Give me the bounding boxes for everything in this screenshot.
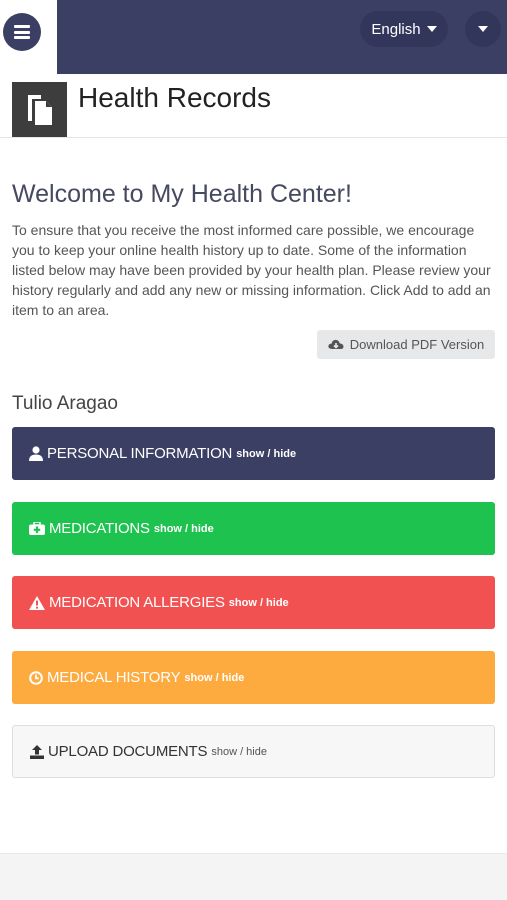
page-title: Health Records <box>78 82 271 113</box>
section-title: UPLOAD DOCUMENTS <box>48 743 208 760</box>
welcome-text: To ensure that you receive the most info… <box>12 222 491 318</box>
section-medication-allergies[interactable]: MEDICATION ALLERGIES show / hide <box>12 576 495 629</box>
document-icon <box>12 82 67 137</box>
section-medications[interactable]: MEDICATIONS show / hide <box>12 502 495 555</box>
medkit-icon <box>29 522 45 535</box>
footer <box>0 853 507 900</box>
patient-name: Tulio Aragao <box>12 393 118 414</box>
section-title: MEDICATION ALLERGIES <box>49 594 225 611</box>
section-title: PERSONAL INFORMATION <box>47 445 233 462</box>
show-hide-toggle[interactable]: show / hide <box>154 523 214 535</box>
show-hide-toggle[interactable]: show / hide <box>184 672 244 684</box>
download-pdf-label: Download PDF Version <box>349 337 485 352</box>
section-upload-documents[interactable]: UPLOAD DOCUMENTS show / hide <box>12 725 495 778</box>
user-menu-button[interactable] <box>465 11 501 47</box>
warning-icon <box>29 595 45 610</box>
welcome-title: Welcome to My Health Center! <box>12 180 352 208</box>
chevron-down-icon <box>478 26 488 32</box>
section-medical-history[interactable]: MEDICAL HISTORY show / hide <box>12 651 495 704</box>
section-title: MEDICAL HISTORY <box>47 669 181 686</box>
caret-down-icon <box>426 26 437 32</box>
language-dropdown[interactable]: English <box>360 11 448 47</box>
show-hide-toggle[interactable]: show / hide <box>236 448 296 460</box>
language-label: English <box>371 20 421 38</box>
top-navbar: English <box>0 0 507 74</box>
clock-icon <box>29 670 43 685</box>
page-header: Health Records <box>0 74 507 138</box>
user-icon <box>29 446 43 461</box>
upload-icon <box>30 744 44 759</box>
show-hide-toggle[interactable]: show / hide <box>211 746 267 758</box>
menu-button[interactable] <box>3 13 41 51</box>
section-title: MEDICATIONS <box>49 520 150 537</box>
hamburger-menu-icon <box>14 25 30 39</box>
download-pdf-button[interactable]: Download PDF Version <box>317 330 495 359</box>
section-personal-information[interactable]: PERSONAL INFORMATION show / hide <box>12 427 495 480</box>
cloud-download-icon <box>328 339 344 351</box>
show-hide-toggle[interactable]: show / hide <box>229 597 289 609</box>
